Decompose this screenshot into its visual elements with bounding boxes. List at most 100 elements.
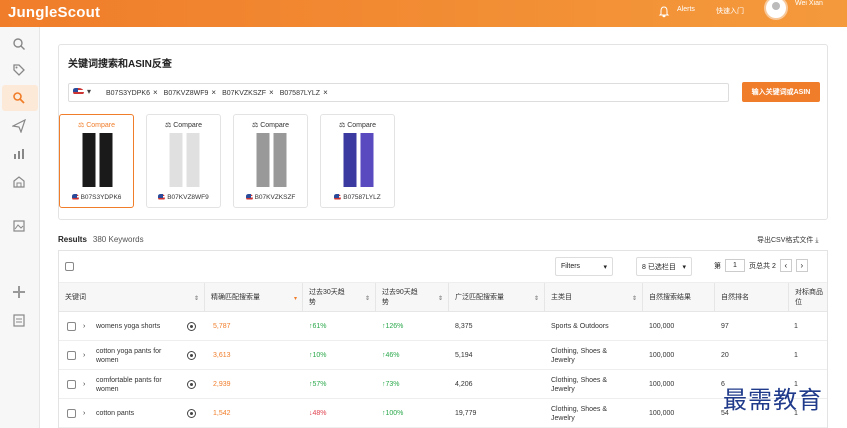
clipboard-icon[interactable] (12, 313, 26, 327)
broad-volume-cell: 4,206 (455, 381, 473, 388)
tag-icon[interactable] (12, 63, 26, 77)
organic-rank-cell: 20 (721, 352, 729, 359)
quick-start-link[interactable]: 快速入门 (716, 6, 744, 16)
product-image (79, 133, 116, 187)
organic-rank-cell: 97 (721, 323, 729, 330)
position-cell: 1 (794, 352, 798, 359)
expand-icon[interactable]: › (83, 399, 85, 428)
product-card[interactable]: ⚖ Compare B07587LYLZ (320, 114, 395, 208)
next-page-button[interactable]: › (795, 259, 808, 272)
product-card[interactable]: ⚖ Compare B07KVZ8WF9 (146, 114, 221, 208)
column-header[interactable]: 精确匹配搜索量 ▾ (205, 283, 303, 312)
logo[interactable]: JungleScout (8, 4, 100, 21)
table-row[interactable]: › cotton pants 1,542 ↓48% ↑100% 19,779 C… (59, 399, 827, 428)
keyword-cell[interactable]: comfortable pants for women (96, 370, 180, 399)
page-input[interactable]: 1 (725, 259, 745, 272)
broad-volume-cell: 19,779 (455, 410, 477, 417)
alerts-link[interactable]: Alerts (677, 6, 695, 13)
table-row[interactable]: › womens yoga shorts 5,787 ↑61% ↑126% 8,… (59, 312, 827, 341)
organic-results-cell: 100,000 (649, 352, 675, 359)
eye-icon[interactable] (187, 409, 196, 418)
trend-30-cell: ↑61% (309, 323, 327, 330)
column-header[interactable]: 自然搜索结果 (643, 283, 715, 312)
row-checkbox[interactable] (67, 409, 76, 418)
marketplace-select[interactable]: ▾ (73, 87, 91, 96)
eye-icon[interactable] (187, 380, 196, 389)
keyword-search-icon[interactable] (12, 91, 26, 105)
download-icon: ⤓ (815, 237, 819, 244)
filters-dropdown[interactable]: Filters ▾ (555, 257, 613, 276)
search-submit-button[interactable]: 输入关键词或ASIN (742, 82, 820, 102)
product-card[interactable]: ⚖ Compare B07S3YDPK6 (59, 114, 134, 208)
exact-volume-cell: 2,939 (213, 381, 231, 388)
broad-volume-cell: 5,194 (455, 352, 473, 359)
table-row[interactable]: › cotton yoga pants for women 3,613 ↑10%… (59, 341, 827, 370)
keyword-cell[interactable]: cotton pants (96, 399, 180, 428)
asin-search-input[interactable]: ▾ B07S3YDPK6 × B07KVZ8WF9 × B07KVZKSZF × B0… (68, 83, 729, 102)
trend-30-cell: ↑10% (309, 352, 327, 359)
category-cell: Clothing, Shoes & Jewelry (551, 405, 608, 422)
bell-icon[interactable] (658, 6, 670, 18)
compare-link[interactable]: ⚖ Compare (147, 121, 220, 129)
chevron-down-icon: ▾ (87, 87, 92, 96)
category-cell: Clothing, Shoes & Jewelry (551, 376, 608, 393)
compare-link[interactable]: ⚖ Compare (60, 121, 133, 129)
row-checkbox[interactable] (67, 351, 76, 360)
product-card[interactable]: ⚖ Compare B07KVZKSZF (233, 114, 308, 208)
table-header: 关键词 ⇕ 精确匹配搜索量 ▾ 过去30天趋势 ⇕ 过去90天趋势 ⇕ 广泛匹配搜索量 ⇕… (59, 283, 827, 312)
trend-90-cell: ↑73% (382, 381, 400, 388)
us-flag-icon (71, 194, 79, 201)
expand-icon[interactable]: › (83, 312, 85, 341)
product-asin: B07587LYLZ (321, 194, 394, 201)
product-image (340, 133, 377, 187)
column-header[interactable]: 自然排名 (715, 283, 789, 312)
bar-chart-icon[interactable] (12, 147, 26, 161)
compare-link[interactable]: ⚖ Compare (321, 121, 394, 129)
column-header[interactable]: 主类目 ⇕ (545, 283, 643, 312)
eye-icon[interactable] (187, 322, 196, 331)
asin-tag: B07587LYLZ × (279, 88, 328, 97)
select-all-checkbox[interactable] (65, 262, 74, 271)
expand-icon[interactable]: › (83, 341, 85, 370)
exact-volume-cell: 1,542 (213, 410, 231, 417)
us-flag-icon (334, 194, 342, 201)
close-icon[interactable]: × (323, 88, 328, 97)
table-row[interactable]: › comfortable pants for women 2,939 ↑57%… (59, 370, 827, 399)
columns-dropdown[interactable]: 8 已选栏目 ▾ (636, 257, 692, 276)
search-icon[interactable] (12, 37, 26, 51)
page-title: 关键词搜索和ASIN反查 (68, 59, 172, 70)
column-header[interactable]: 关键词 ⇕ (59, 283, 205, 312)
close-icon[interactable]: × (153, 88, 158, 97)
avatar[interactable] (764, 0, 788, 20)
chevron-down-icon: ▾ (682, 263, 686, 271)
export-csv-link[interactable]: 导出CSV格式文件 ⤓ (757, 235, 818, 245)
exact-volume-cell: 3,613 (213, 352, 231, 359)
broad-volume-cell: 8,375 (455, 323, 473, 330)
organic-results-cell: 100,000 (649, 381, 675, 388)
column-header[interactable]: 对标商品位 (789, 283, 829, 312)
product-asin: B07KVZKSZF (234, 194, 307, 201)
user-name[interactable]: Wei Xian (795, 0, 823, 7)
keyword-cell[interactable]: cotton yoga pants for women (96, 341, 180, 370)
exact-volume-cell: 5,787 (213, 323, 231, 330)
prev-page-button[interactable]: ‹ (779, 259, 792, 272)
image-icon[interactable] (12, 219, 26, 233)
store-icon[interactable] (12, 175, 26, 189)
column-header[interactable]: 过去90天趋势 ⇕ (376, 283, 449, 312)
eye-icon[interactable] (187, 351, 196, 360)
asin-tags: B07S3YDPK6 × B07KVZ8WF9 × B07KVZKSZF × B075… (106, 88, 328, 97)
keyword-cell[interactable]: womens yoga shorts (96, 312, 180, 341)
chevron-down-icon: ▾ (603, 263, 607, 271)
puzzle-icon[interactable] (12, 285, 26, 299)
product-asin: B07KVZ8WF9 (147, 194, 220, 201)
row-checkbox[interactable] (67, 322, 76, 331)
column-header[interactable]: 过去30天趋势 ⇕ (303, 283, 376, 312)
close-icon[interactable]: × (269, 88, 274, 97)
expand-icon[interactable]: › (83, 370, 85, 399)
row-checkbox[interactable] (67, 380, 76, 389)
close-icon[interactable]: × (211, 88, 216, 97)
category-cell: Clothing, Shoes & Jewelry (551, 347, 608, 364)
paper-plane-icon[interactable] (12, 119, 26, 133)
compare-link[interactable]: ⚖ Compare (234, 121, 307, 129)
column-header[interactable]: 广泛匹配搜索量 ⇕ (449, 283, 545, 312)
